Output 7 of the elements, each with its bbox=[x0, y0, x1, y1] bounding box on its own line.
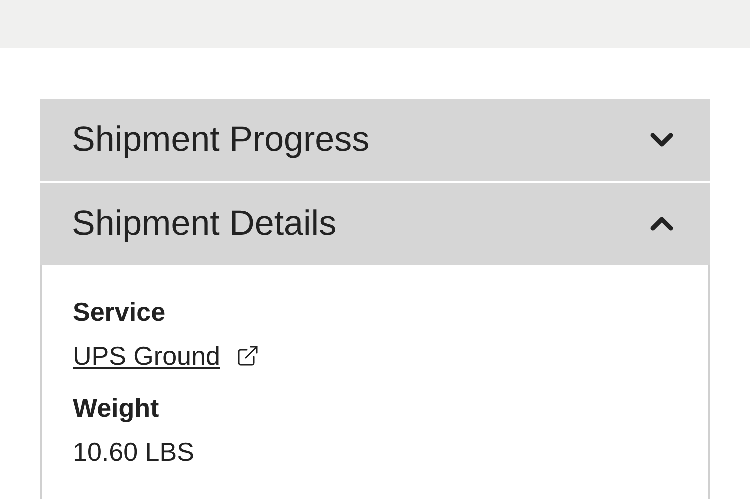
service-link[interactable]: UPS Ground bbox=[73, 339, 228, 373]
external-link-icon bbox=[236, 344, 260, 368]
accordion-header[interactable]: Shipment Progress bbox=[40, 99, 710, 181]
accordion-header[interactable]: Shipment Details bbox=[40, 183, 710, 265]
field-label: Service bbox=[73, 296, 167, 329]
field-value: 10.60 LBS bbox=[73, 436, 196, 469]
field-label: Weight bbox=[73, 392, 160, 425]
